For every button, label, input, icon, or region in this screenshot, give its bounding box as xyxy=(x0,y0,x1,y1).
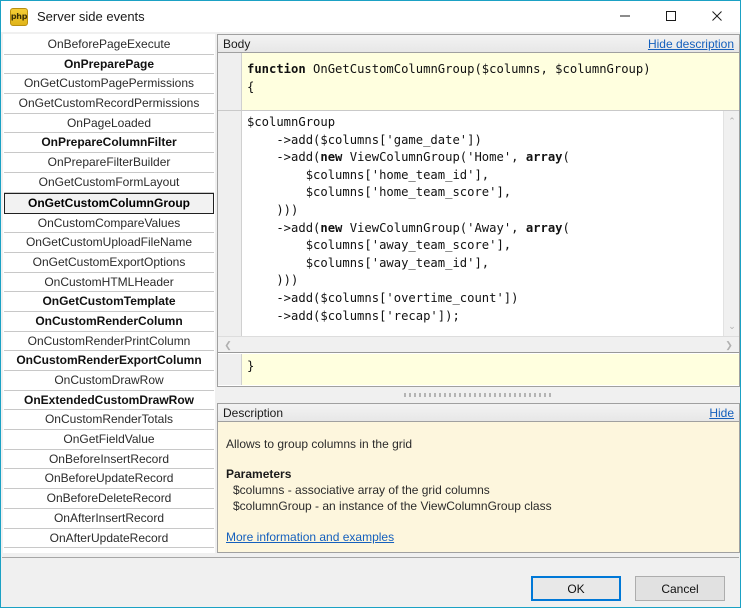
ok-button[interactable]: OK xyxy=(531,576,621,601)
server-side-events-dialog: php Server side events OnBeforePageExecu… xyxy=(0,0,741,608)
event-list-item[interactable]: OnAfterDeleteRecord xyxy=(4,548,214,553)
event-list-item[interactable]: OnCustomHTMLHeader xyxy=(4,273,214,293)
parameters-heading: Parameters xyxy=(226,466,731,482)
event-list[interactable]: OnBeforePageExecuteOnPreparePageOnGetCus… xyxy=(3,34,215,553)
scroll-up-icon[interactable]: ⌃ xyxy=(724,113,740,129)
event-list-item[interactable]: OnExtendedCustomDrawRow xyxy=(4,391,214,411)
event-list-item[interactable]: OnGetCustomRecordPermissions xyxy=(4,94,214,114)
event-list-item[interactable]: OnBeforeUpdateRecord xyxy=(4,469,214,489)
body-panel-title: Body xyxy=(223,37,250,51)
event-list-item[interactable]: OnGetCustomFormLayout xyxy=(4,173,214,193)
code-closing-region: } xyxy=(218,354,739,385)
signature-gutter xyxy=(218,53,242,110)
event-list-item[interactable]: OnGetFieldValue xyxy=(4,430,214,450)
event-list-item[interactable]: OnGetCustomTemplate xyxy=(4,292,214,312)
php-icon: php xyxy=(10,8,28,26)
hide-description-link[interactable]: Hide description xyxy=(648,37,734,51)
code-vertical-scrollbar[interactable]: ⌃ ⌄ xyxy=(723,111,739,336)
window-title: Server side events xyxy=(37,9,145,24)
description-panel-title: Description xyxy=(223,406,283,420)
body-panel: Body Hide description function OnGetCust… xyxy=(217,34,740,387)
event-list-item[interactable]: OnPageLoaded xyxy=(4,114,214,134)
window-controls xyxy=(602,1,740,31)
event-list-item[interactable]: OnGetCustomPagePermissions xyxy=(4,74,214,94)
right-pane: Body Hide description function OnGetCust… xyxy=(217,34,740,553)
body-panel-header: Body Hide description xyxy=(217,34,740,53)
dialog-footer: OK Cancel xyxy=(2,557,739,607)
event-list-item[interactable]: OnBeforeInsertRecord xyxy=(4,450,214,470)
code-closing-brace: } xyxy=(242,354,739,385)
keyword-function: function xyxy=(247,62,306,76)
scroll-left-icon[interactable]: ❮ xyxy=(220,337,236,353)
description-panel: Description Hide Allows to group columns… xyxy=(217,403,740,553)
more-information-link[interactable]: More information and examples xyxy=(226,529,394,545)
code-body-text[interactable]: $columnGroup ->add($columns['game_date']… xyxy=(242,111,739,336)
signature-open-brace: { xyxy=(247,80,254,94)
description-content: Allows to group columns in the grid Para… xyxy=(217,422,740,553)
event-list-item[interactable]: OnCustomRenderExportColumn xyxy=(4,351,214,371)
close-button[interactable] xyxy=(694,1,740,31)
title-bar: php Server side events xyxy=(1,1,740,32)
code-editor[interactable]: function OnGetCustomColumnGroup($columns… xyxy=(217,53,740,387)
description-summary: Allows to group columns in the grid xyxy=(226,436,731,452)
code-gutter xyxy=(218,111,242,336)
event-list-item[interactable]: OnAfterInsertRecord xyxy=(4,509,214,529)
scroll-right-icon[interactable]: ❯ xyxy=(721,337,737,353)
event-list-item[interactable]: OnPrepareFilterBuilder xyxy=(4,153,214,173)
event-list-item[interactable]: OnPreparePage xyxy=(4,55,214,75)
hide-link[interactable]: Hide xyxy=(709,406,734,420)
event-list-item[interactable]: OnPrepareColumnFilter xyxy=(4,133,214,153)
maximize-button[interactable] xyxy=(648,1,694,31)
event-list-item[interactable]: OnAfterUpdateRecord xyxy=(4,529,214,549)
event-list-item[interactable]: OnCustomRenderTotals xyxy=(4,410,214,430)
code-signature: function OnGetCustomColumnGroup($columns… xyxy=(242,61,739,110)
event-list-item[interactable]: OnBeforePageExecute xyxy=(4,35,214,55)
description-panel-header: Description Hide xyxy=(217,403,740,422)
event-list-item[interactable]: OnGetCustomUploadFileName xyxy=(4,233,214,253)
event-list-item[interactable]: OnGetCustomExportOptions xyxy=(4,253,214,273)
parameter-item: $columnGroup - an instance of the ViewCo… xyxy=(233,498,731,514)
cancel-button[interactable]: Cancel xyxy=(635,576,725,601)
code-body-region[interactable]: $columnGroup ->add($columns['game_date']… xyxy=(218,110,739,336)
event-list-item[interactable]: OnBeforeDeleteRecord xyxy=(4,489,214,509)
minimize-button[interactable] xyxy=(602,1,648,31)
event-list-item[interactable]: OnGetCustomColumnGroup xyxy=(4,193,214,214)
event-list-item[interactable]: OnCustomDrawRow xyxy=(4,371,214,391)
code-horizontal-scrollbar[interactable]: ❮ ❯ xyxy=(218,336,739,353)
event-list-item[interactable]: OnCustomRenderPrintColumn xyxy=(4,332,214,352)
event-list-item[interactable]: OnCustomCompareValues xyxy=(4,214,214,234)
parameter-item: $columns - associative array of the grid… xyxy=(233,482,731,498)
scroll-down-icon[interactable]: ⌄ xyxy=(724,318,740,334)
panel-splitter[interactable] xyxy=(217,388,740,402)
splitter-grip[interactable] xyxy=(404,393,554,397)
code-signature-region: function OnGetCustomColumnGroup($columns… xyxy=(218,53,739,110)
event-list-item[interactable]: OnCustomRenderColumn xyxy=(4,312,214,332)
closing-gutter xyxy=(218,354,242,385)
signature-text: OnGetCustomColumnGroup($columns, $column… xyxy=(313,62,651,76)
